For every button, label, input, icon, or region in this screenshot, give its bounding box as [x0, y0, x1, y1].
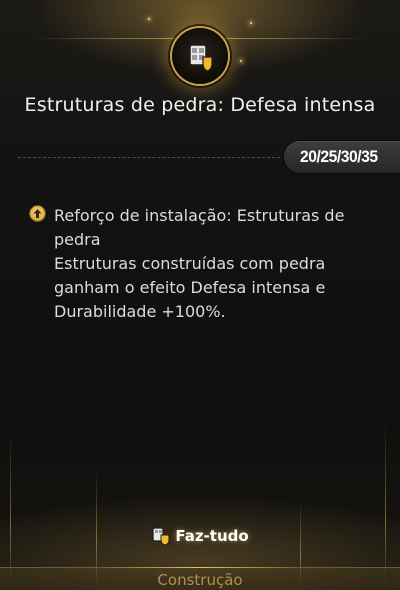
- upgrade-arrow-icon: [30, 206, 45, 221]
- skill-card: Estruturas de pedra: Defesa intensa 20/2…: [0, 0, 400, 590]
- decorative-glow: [385, 420, 386, 590]
- category-label: Construção: [157, 571, 243, 589]
- skill-title: Estruturas de pedra: Defesa intensa: [24, 94, 376, 116]
- fortify-structure-icon: [172, 28, 228, 84]
- sparkle: [240, 60, 242, 62]
- action-label: Faz-tudo: [175, 527, 249, 545]
- effect-line: Durabilidade +100%.: [54, 302, 226, 321]
- effect-line: Reforço de instalação: Estruturas de: [54, 206, 345, 225]
- effect-line: ganham o efeito Defesa intensa e: [54, 278, 326, 297]
- sparkle: [250, 22, 252, 24]
- title-divider: [18, 157, 280, 158]
- level-values: 20/25/30/35: [300, 147, 378, 166]
- decorative-glow: [10, 430, 11, 590]
- effect-line: Estruturas construídas com pedra: [54, 254, 326, 273]
- toolkit-icon: [152, 527, 170, 545]
- sparkle: [148, 18, 150, 20]
- category-footer: Construção: [0, 567, 400, 590]
- action-button[interactable]: Faz-tudo: [0, 526, 400, 545]
- effect-description: Reforço de instalação: Estruturas de ped…: [54, 204, 374, 324]
- effect-line: pedra: [54, 230, 101, 249]
- action-button-content[interactable]: Faz-tudo: [151, 527, 249, 545]
- level-values-badge: 20/25/30/35: [284, 141, 400, 173]
